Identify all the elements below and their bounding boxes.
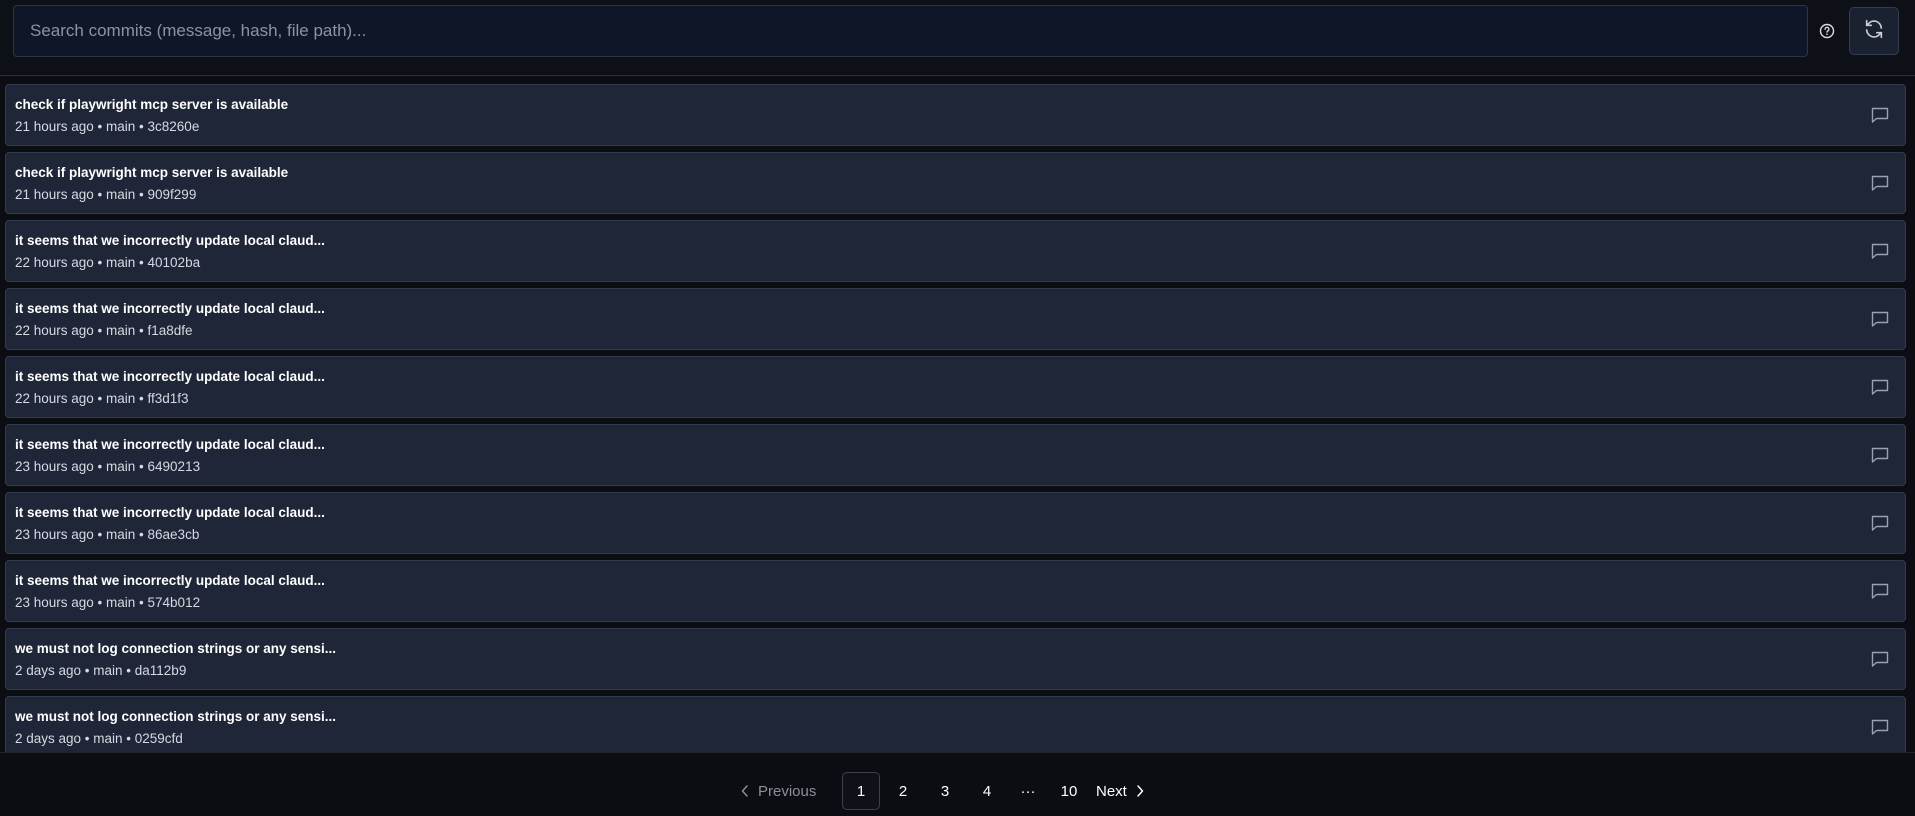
commit-title: it seems that we incorrectly update loca… (15, 573, 325, 588)
comment-icon[interactable] (1869, 513, 1891, 533)
commit-meta: 21 hours ago • main • 909f299 (15, 187, 197, 202)
comment-icon[interactable] (1869, 649, 1891, 669)
comment-icon[interactable] (1869, 717, 1891, 737)
commit-item[interactable]: it seems that we incorrectly update loca… (5, 220, 1906, 282)
comment-icon[interactable] (1869, 173, 1891, 193)
commit-title: it seems that we incorrectly update loca… (15, 369, 325, 384)
page-2-button[interactable]: 2 (884, 772, 922, 810)
search-input[interactable] (28, 20, 1807, 42)
chevron-left-icon (741, 785, 748, 797)
pagination-ellipsis: ··· (1020, 782, 1036, 800)
commit-item[interactable]: it seems that we incorrectly update loca… (5, 424, 1906, 486)
comment-icon[interactable] (1869, 241, 1891, 261)
comment-icon[interactable] (1869, 105, 1891, 125)
commit-meta: 23 hours ago • main • 574b012 (15, 595, 201, 610)
commit-title: we must not log connection strings or an… (15, 641, 337, 656)
commit-title: check if playwright mcp server is availa… (15, 165, 289, 180)
commit-meta: 22 hours ago • main • 40102ba (15, 255, 201, 270)
page-10-button[interactable]: 10 (1050, 772, 1088, 810)
refresh-icon (1863, 18, 1885, 45)
comment-icon[interactable] (1869, 445, 1891, 465)
next-button[interactable]: Next (1096, 783, 1145, 800)
pagination-bar: Previous 1 2 3 4 ··· 10 Next (0, 752, 1915, 816)
chevron-right-icon (1137, 785, 1144, 797)
comment-icon[interactable] (1869, 309, 1891, 329)
commit-meta: 23 hours ago • main • 6490213 (15, 459, 201, 474)
toolbar (0, 0, 1915, 76)
commit-item[interactable]: it seems that we incorrectly update loca… (5, 560, 1906, 622)
comment-icon[interactable] (1869, 581, 1891, 601)
previous-button[interactable]: Previous (740, 783, 840, 800)
commit-title: it seems that we incorrectly update loca… (15, 505, 325, 520)
commit-title: it seems that we incorrectly update loca… (15, 233, 325, 248)
help-icon[interactable] (1818, 22, 1836, 40)
commit-item[interactable]: it seems that we incorrectly update loca… (5, 492, 1906, 554)
pagination: Previous 1 2 3 4 ··· 10 Next (740, 771, 1145, 811)
commit-title: check if playwright mcp server is availa… (15, 97, 289, 112)
commit-title: we must not log connection strings or an… (15, 709, 337, 724)
commit-meta: 21 hours ago • main • 3c8260e (15, 119, 200, 134)
commit-title: it seems that we incorrectly update loca… (15, 301, 325, 316)
commit-meta: 2 days ago • main • 0259cfd (15, 731, 183, 746)
commit-meta: 22 hours ago • main • ff3d1f3 (15, 391, 189, 406)
commit-item[interactable]: it seems that we incorrectly update loca… (5, 356, 1906, 418)
page-4-button[interactable]: 4 (968, 772, 1006, 810)
commit-item[interactable]: we must not log connection strings or an… (5, 628, 1906, 690)
previous-label: Previous (758, 782, 817, 800)
page-3-button[interactable]: 3 (926, 772, 964, 810)
page-1-button[interactable]: 1 (842, 772, 880, 810)
commit-meta: 2 days ago • main • da112b9 (15, 663, 187, 678)
commit-title: it seems that we incorrectly update loca… (15, 437, 325, 452)
commit-meta: 23 hours ago • main • 86ae3cb (15, 527, 200, 542)
commit-list: check if playwright mcp server is availa… (5, 84, 1906, 764)
commit-item[interactable]: check if playwright mcp server is availa… (5, 84, 1906, 146)
commit-meta: 22 hours ago • main • f1a8dfe (15, 323, 193, 338)
refresh-button[interactable] (1849, 7, 1899, 55)
comment-icon[interactable] (1869, 377, 1891, 397)
commit-item[interactable]: we must not log connection strings or an… (5, 696, 1906, 758)
commit-item[interactable]: it seems that we incorrectly update loca… (5, 288, 1906, 350)
commit-item[interactable]: check if playwright mcp server is availa… (5, 152, 1906, 214)
search-box (13, 5, 1808, 57)
next-label: Next (1096, 782, 1127, 800)
